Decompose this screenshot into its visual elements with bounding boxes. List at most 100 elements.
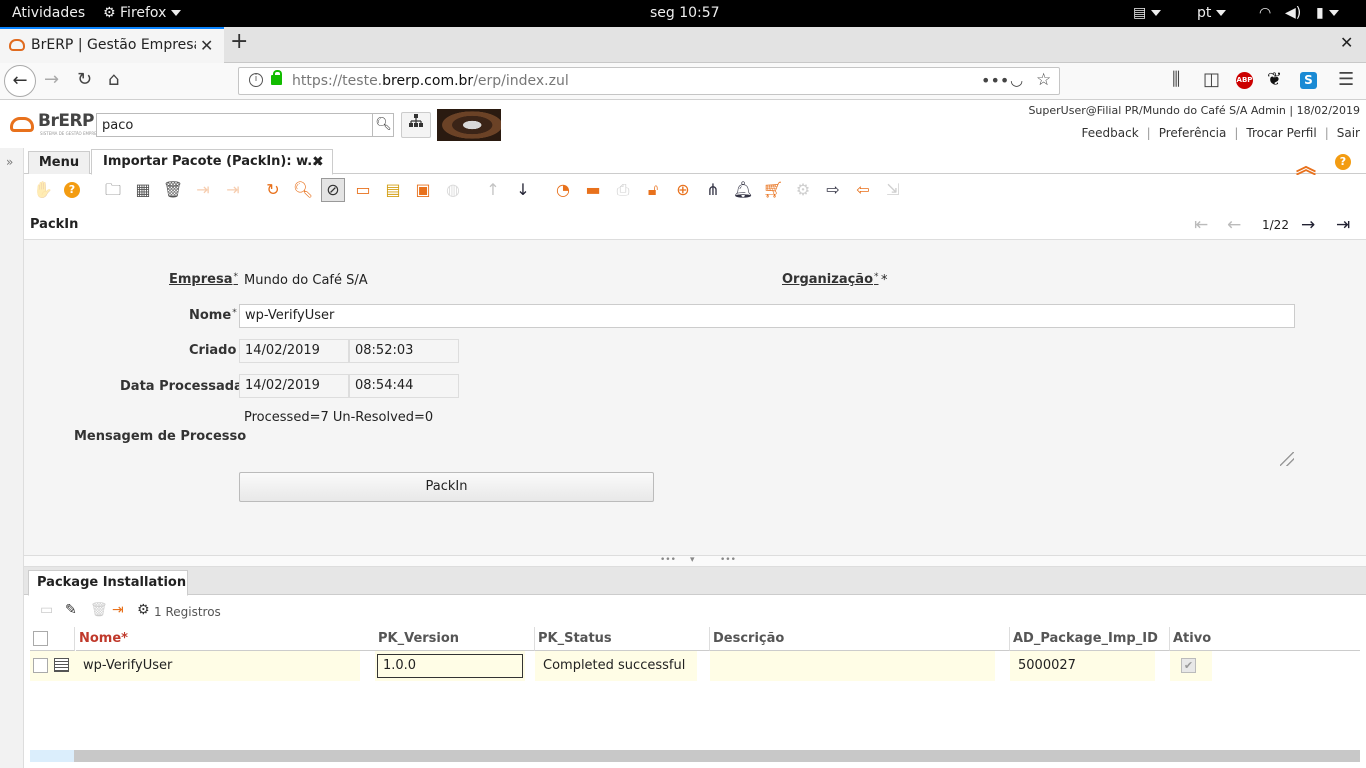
lock-icon[interactable] <box>271 70 282 85</box>
app-menu-firefox[interactable]: ⚙ Firefox <box>103 5 182 21</box>
criado-time-field[interactable]: 08:52:03 <box>349 339 459 363</box>
preferences-link[interactable]: Preferência <box>1159 126 1227 140</box>
search-input[interactable] <box>97 114 373 136</box>
notification-bell-icon[interactable]: 🔔︎ <box>732 179 754 201</box>
parent-record-icon[interactable]: ↑ <box>482 179 504 201</box>
customize-icon[interactable]: ◍ <box>442 179 464 201</box>
page-actions-icon[interactable]: ••• <box>981 71 1009 90</box>
previous-record-icon[interactable]: ← <box>1227 215 1241 235</box>
close-tab-icon[interactable]: ✕ <box>200 36 213 55</box>
column-header-ativo[interactable]: Ativo <box>1170 627 1360 651</box>
back-button[interactable]: ← <box>4 65 36 97</box>
url-bar[interactable]: i https://teste.brerp.com.br/erp/index.z… <box>238 67 1060 95</box>
forward-button[interactable]: → <box>44 69 59 90</box>
processada-date-field[interactable]: 14/02/2019 <box>239 374 349 398</box>
column-header-pk-status[interactable]: PK_Status <box>535 627 710 651</box>
first-record-icon[interactable]: ⇤ <box>1194 215 1208 235</box>
column-header-descricao[interactable]: Descrição <box>710 627 1010 651</box>
library-icon[interactable]: ⫼ <box>1172 69 1180 90</box>
url-text[interactable]: https://teste.brerp.com.br/erp/index.zul <box>292 73 569 89</box>
next-record-icon[interactable]: → <box>1301 215 1315 235</box>
attachment-icon[interactable]: ⊘ <box>321 178 345 202</box>
workflow-icon[interactable]: ⋔ <box>702 179 724 201</box>
hamburger-menu-icon[interactable]: ☰ <box>1338 69 1354 90</box>
save-icon[interactable]: ⇥ <box>112 602 124 618</box>
help-icon[interactable]: ? <box>1335 154 1351 170</box>
save-create-icon[interactable]: ⇥ <box>222 179 244 201</box>
splitter-collapse-icon[interactable]: ▾ <box>690 555 695 565</box>
product-info-icon[interactable]: 🛒︎ <box>762 179 784 201</box>
postit-icon[interactable]: ▤ <box>382 179 404 201</box>
column-header-nome[interactable]: Nome* <box>76 627 376 651</box>
edit-row-icon[interactable] <box>54 658 69 672</box>
export-icon[interactable]: ⇨ <box>822 179 844 201</box>
search-icon[interactable]: 🔍︎ <box>372 114 394 136</box>
zoom-across-icon[interactable]: ⊕ <box>672 179 694 201</box>
battery-icon[interactable]: ▮ <box>1316 5 1339 21</box>
save-icon[interactable]: ⇥ <box>192 179 214 201</box>
cell-pk-status[interactable]: Completed successful <box>535 651 697 681</box>
nome-field[interactable]: wp-VerifyUser <box>239 304 1295 328</box>
delete-icon[interactable]: 🗑︎ <box>90 602 108 618</box>
home-button[interactable]: ⌂ <box>108 69 119 90</box>
cell-pk-version[interactable]: 1.0.0 <box>375 651 525 681</box>
clipboard-icon[interactable]: ▤ <box>1133 5 1162 21</box>
column-header-pk-version[interactable]: PK_Version <box>375 627 535 651</box>
pocket-icon[interactable]: ◡ <box>1010 71 1023 89</box>
cell-ad-package-imp-id[interactable]: 5000027 <box>1010 651 1155 681</box>
print-icon[interactable]: ⎙ <box>612 179 634 201</box>
refresh-icon[interactable]: ↻ <box>262 179 284 201</box>
find-icon[interactable]: 🔍︎ <box>292 179 314 201</box>
activities-button[interactable]: Atividades <box>12 5 85 21</box>
column-header-ad-package-imp-id[interactable]: AD_Package_Imp_ID <box>1010 627 1170 651</box>
new-tab-button[interactable]: + <box>230 29 248 54</box>
report-icon[interactable]: ◔ <box>552 179 574 201</box>
extension-s-icon[interactable]: S <box>1300 72 1317 89</box>
volume-icon[interactable]: ◀) <box>1285 5 1301 21</box>
pk-version-input[interactable]: 1.0.0 <box>377 654 523 678</box>
packin-button[interactable]: PackIn <box>239 472 654 502</box>
resize-handle-icon[interactable] <box>1280 452 1294 466</box>
chat-icon[interactable]: ▭ <box>352 179 374 201</box>
archive-icon[interactable]: ▬ <box>582 179 604 201</box>
scrollbar-thumb[interactable] <box>30 750 74 762</box>
import-icon[interactable]: ⇦ <box>852 179 874 201</box>
feedback-link[interactable]: Feedback <box>1082 126 1139 140</box>
west-panel-collapsed[interactable]: » <box>0 148 24 768</box>
row-checkbox[interactable] <box>33 658 48 673</box>
customize-gear-icon[interactable]: ⚙ <box>137 602 150 618</box>
reload-button[interactable]: ↻ <box>77 69 92 90</box>
last-record-icon[interactable]: ⇥ <box>1336 215 1350 235</box>
logout-link[interactable]: Sair <box>1337 126 1360 140</box>
lock-icon[interactable]: 🔓︎ <box>642 179 664 201</box>
tab-packin[interactable]: Importar Pacote (PackIn): w... ✖ <box>91 149 333 175</box>
processada-time-field[interactable]: 08:54:44 <box>349 374 459 398</box>
detail-record-icon[interactable]: ↓ <box>512 179 534 201</box>
adblock-icon[interactable]: ABP <box>1236 72 1253 89</box>
new-record-icon[interactable]: ▭ <box>40 602 53 618</box>
empresa-label[interactable]: Empresa* <box>169 272 238 287</box>
ignore-icon[interactable]: ✋ <box>32 179 54 201</box>
close-window-icon[interactable]: ✕ <box>1340 33 1353 52</box>
tab-package-installation[interactable]: Package Installation <box>28 570 188 596</box>
wifi-icon[interactable]: ◠ <box>1259 5 1271 21</box>
mensagem-value[interactable]: Processed=7 Un-Resolved=0 <box>244 410 433 425</box>
cell-descricao[interactable] <box>710 651 995 681</box>
select-all-checkbox[interactable] <box>33 631 48 646</box>
org-tree-button[interactable] <box>401 112 431 138</box>
clock[interactable]: seg 10:57 <box>650 5 720 21</box>
horizontal-scrollbar[interactable] <box>30 750 1360 762</box>
copy-record-icon[interactable]: ▦ <box>132 179 154 201</box>
process-gear-icon[interactable]: ⚙ <box>792 179 814 201</box>
cell-nome[interactable]: wp-VerifyUser <box>75 651 360 681</box>
edit-record-icon[interactable]: ✎ <box>65 602 77 618</box>
info-icon[interactable]: i <box>249 73 263 87</box>
language-menu[interactable]: pt <box>1197 5 1227 21</box>
close-tab-icon[interactable]: ✖ <box>312 150 324 174</box>
bookmark-star-icon[interactable]: ☆ <box>1036 70 1051 90</box>
delete-icon[interactable]: 🗑︎ <box>162 179 184 201</box>
organizacao-label[interactable]: Organização* <box>782 272 879 287</box>
tab-menu[interactable]: Menu <box>28 151 90 174</box>
browser-tab[interactable]: BrERP | Gestão Empresa ✕ <box>0 27 224 63</box>
help-icon[interactable]: ? <box>64 182 80 198</box>
